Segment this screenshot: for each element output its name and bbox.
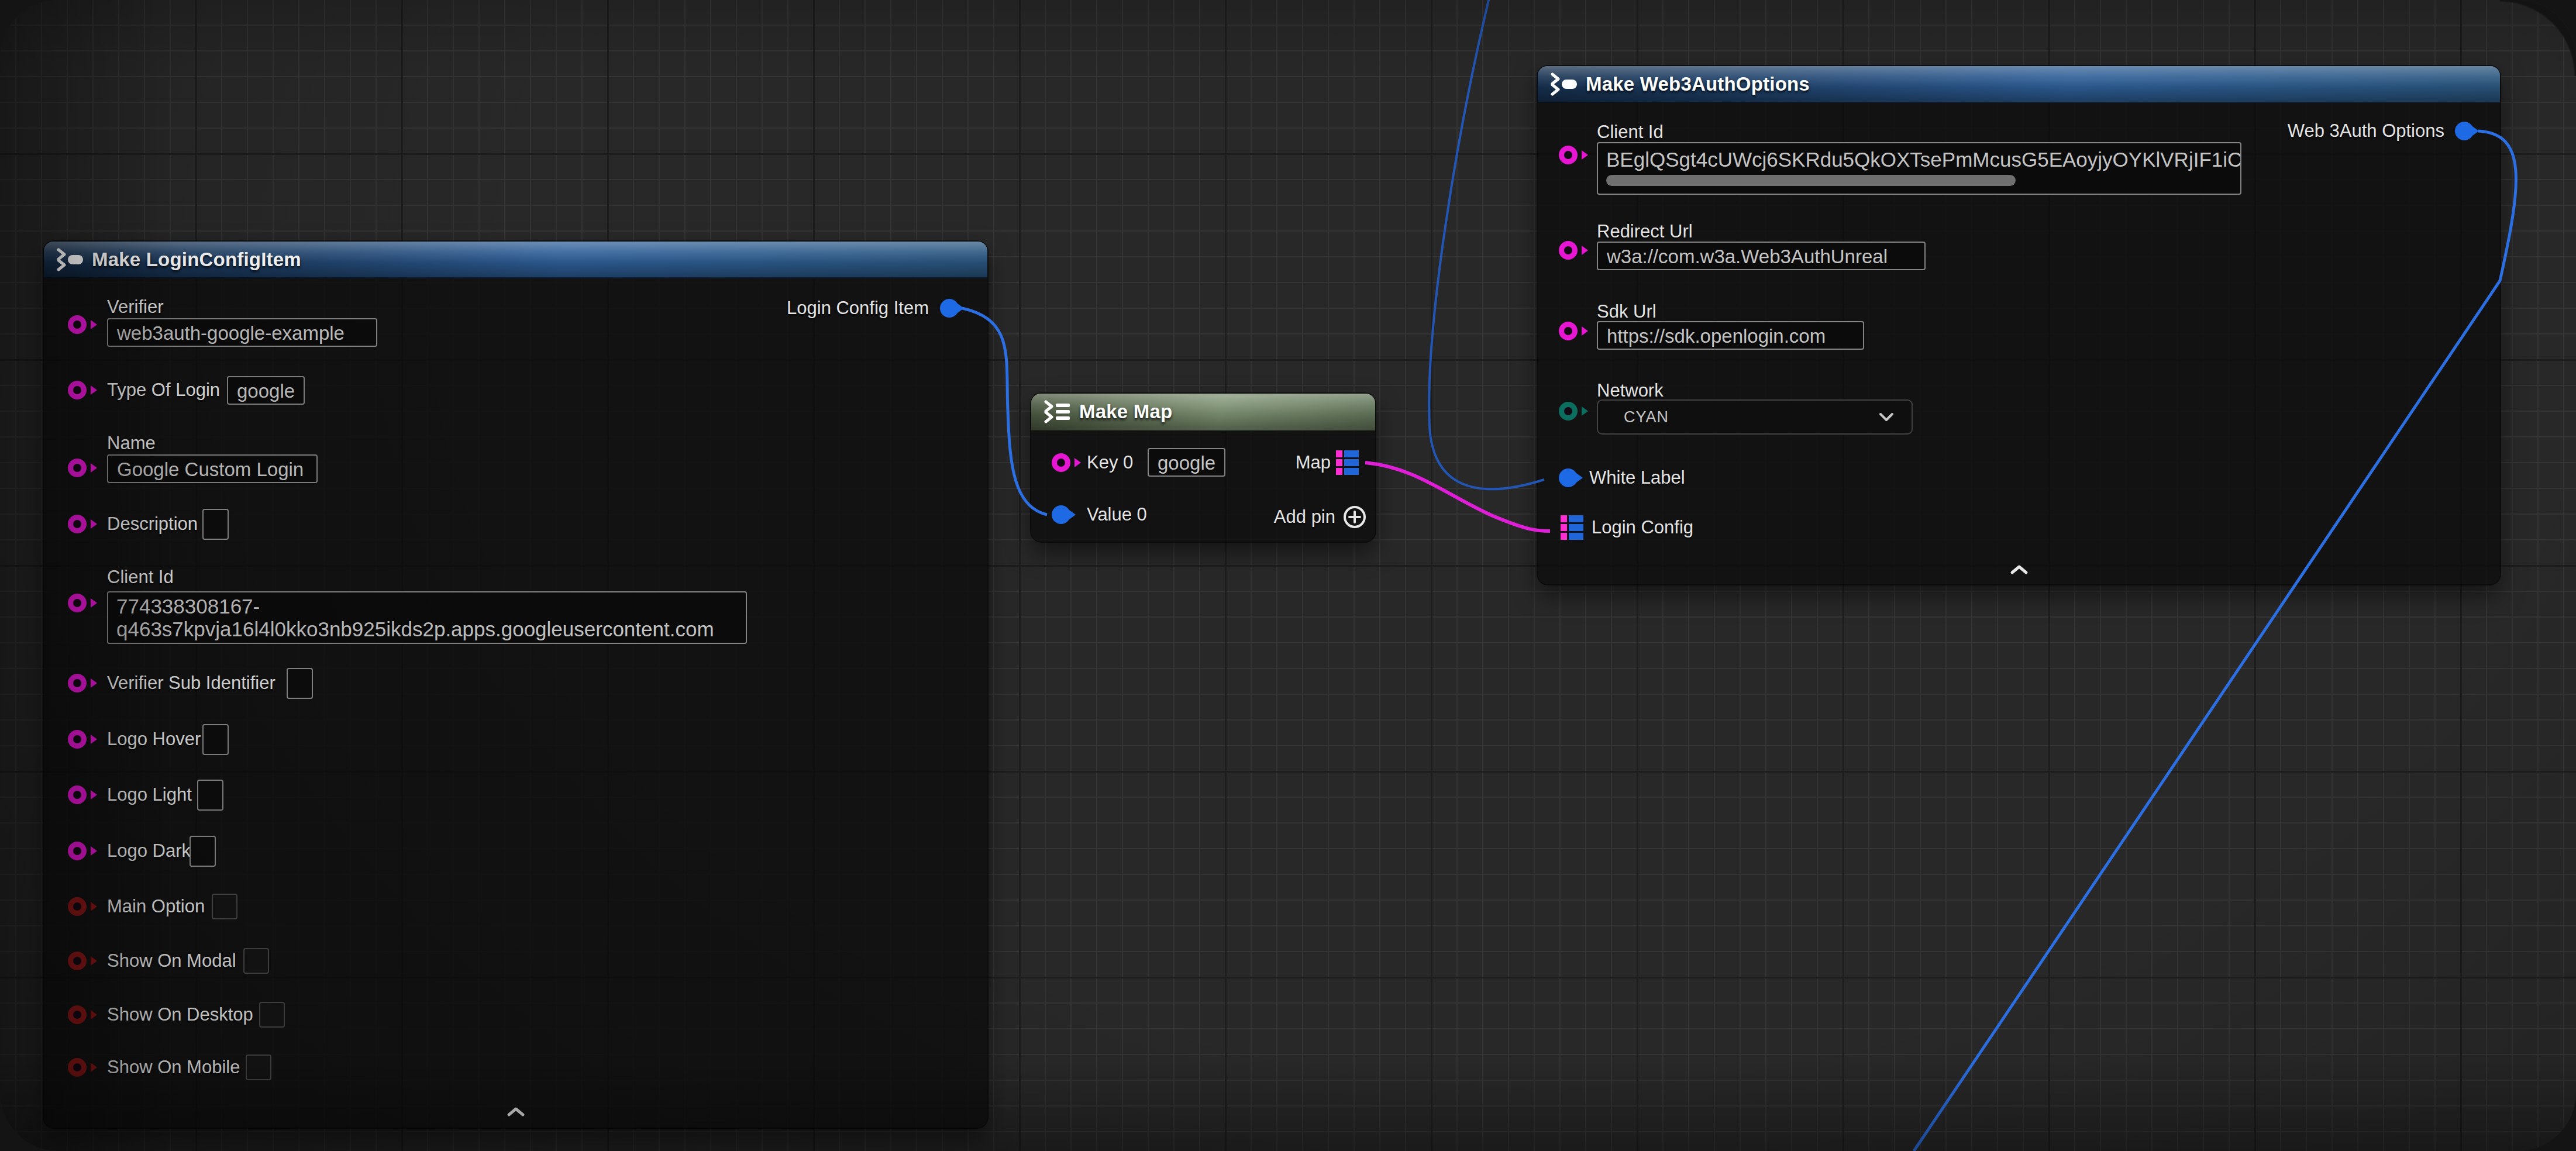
wire-layer xyxy=(0,0,2576,1151)
wire-offscreen-to-whitelabel[interactable] xyxy=(1429,0,1544,489)
blueprint-graph-canvas[interactable]: Make LoginConfigItem Login Config Item V… xyxy=(0,0,2576,1151)
wire-map-to-loginconfig[interactable] xyxy=(1365,463,1550,531)
wire-loginconfigitem-to-value0[interactable] xyxy=(962,308,1047,515)
wire-web3authoptions-out[interactable] xyxy=(1914,131,2516,1151)
